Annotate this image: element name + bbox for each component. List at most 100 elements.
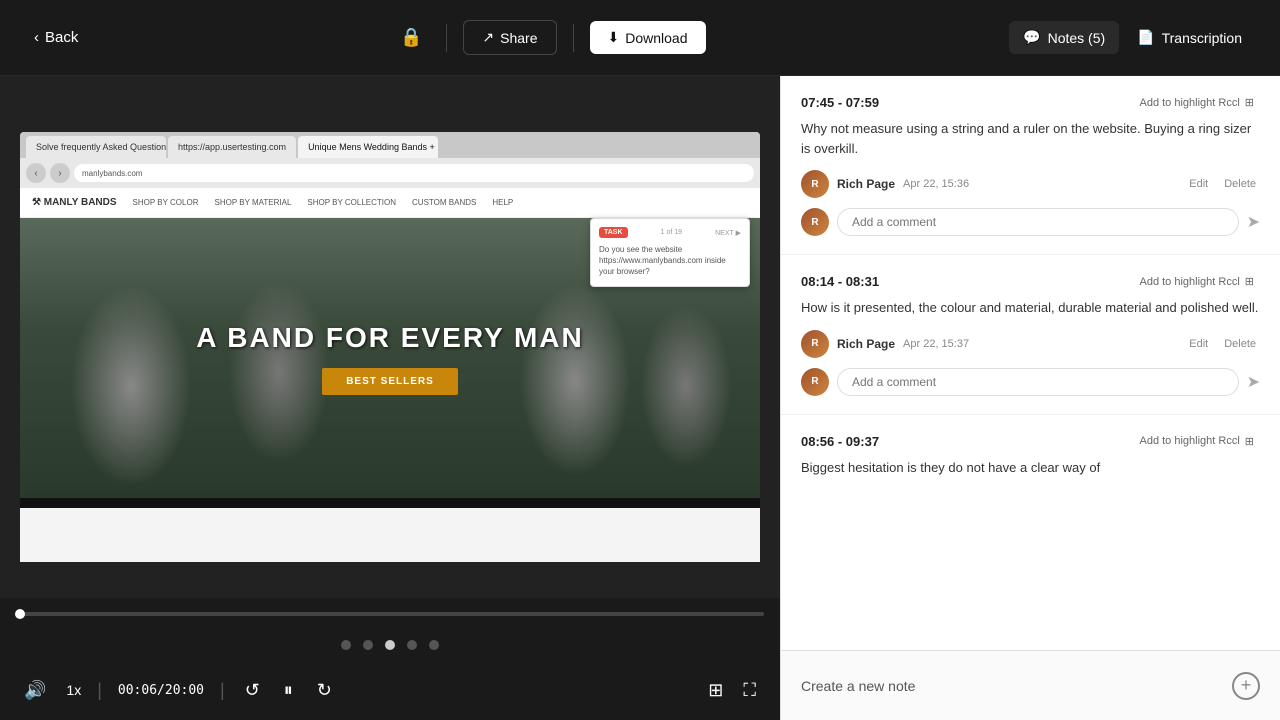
avatar-1: R: [801, 170, 829, 198]
avatar-comment-1: R: [801, 208, 829, 236]
rewind-icon: ↺: [245, 680, 260, 701]
highlight-label-1: Add to highlight Rccl: [1140, 97, 1240, 109]
create-note-bar[interactable]: Create a new note +: [781, 650, 1280, 720]
comment-row-1: R ➤: [801, 208, 1260, 236]
task-next[interactable]: NEXT ▶: [715, 229, 741, 237]
slide-dots: [0, 630, 780, 660]
url-text: manlybands.com: [82, 169, 142, 178]
grid-icon: ⊞: [708, 680, 723, 701]
avatar-2: R: [801, 330, 829, 358]
back-arrow-icon: ‹: [34, 29, 39, 46]
edit-button-1[interactable]: Edit: [1185, 176, 1212, 192]
progress-thumb[interactable]: [15, 609, 25, 619]
comment-send-1[interactable]: ➤: [1247, 212, 1260, 232]
note-time-row-2: 08:14 - 08:31 Add to highlight Rccl ⊞: [801, 273, 1260, 290]
nav-link-3[interactable]: SHOP BY COLLECTION: [307, 198, 396, 207]
highlight-button-2[interactable]: Add to highlight Rccl ⊞: [1134, 273, 1261, 290]
share-label: Share: [500, 30, 537, 46]
edit-button-2[interactable]: Edit: [1185, 336, 1212, 352]
browser-tab-3[interactable]: Unique Mens Wedding Bands +: [298, 136, 438, 158]
nav-link-1[interactable]: SHOP BY COLOR: [133, 198, 199, 207]
pause-icon: ⏸: [284, 680, 293, 701]
total-time: 20:00: [165, 683, 204, 698]
rewind-button[interactable]: ↺: [241, 676, 264, 705]
note-time-2: 08:14 - 08:31: [801, 274, 879, 289]
send-icon-2: ➤: [1247, 372, 1260, 392]
notes-list: 07:45 - 07:59 Add to highlight Rccl ⊞ Wh…: [781, 76, 1280, 650]
note-time-row-3: 08:56 - 09:37 Add to highlight Rccl ⊞: [801, 433, 1260, 450]
right-panel: 07:45 - 07:59 Add to highlight Rccl ⊞ Wh…: [780, 76, 1280, 720]
task-popup: TASK 1 of 19 NEXT ▶ Do you see the websi…: [590, 218, 750, 287]
task-text: Do you see the website https://www.manly…: [599, 244, 741, 278]
create-note-icon: +: [1232, 672, 1260, 700]
browser-back-btn[interactable]: ‹: [26, 163, 46, 183]
comment-input-1[interactable]: [837, 208, 1239, 236]
notes-icon: 💬: [1023, 29, 1040, 46]
highlight-button-1[interactable]: Add to highlight Rccl ⊞: [1134, 94, 1261, 111]
grid-view-button[interactable]: ⊞: [704, 676, 727, 705]
comment-row-2: R ➤: [801, 368, 1260, 396]
volume-button[interactable]: 🔊: [20, 676, 50, 705]
browser-url[interactable]: manlybands.com: [74, 164, 754, 182]
dot-5[interactable]: [429, 640, 439, 650]
browser-forward-btn[interactable]: ›: [50, 163, 70, 183]
nav-link-2[interactable]: SHOP BY MATERIAL: [214, 198, 291, 207]
comment-input-2[interactable]: [837, 368, 1239, 396]
browser-tab-1[interactable]: Solve frequently Asked Questions: [26, 136, 166, 158]
separator: [446, 24, 447, 52]
note-item-1: 07:45 - 07:59 Add to highlight Rccl ⊞ Wh…: [781, 76, 1280, 255]
note-date-1: Apr 22, 15:36: [903, 178, 969, 190]
tab-label-1: Solve frequently Asked Questions: [36, 142, 166, 152]
note-date-2: Apr 22, 15:37: [903, 338, 969, 350]
browser-tab-2[interactable]: https://app.usertesting.com: [168, 136, 296, 158]
screen-recording: Solve frequently Asked Questions https:/…: [0, 76, 780, 598]
dot-1[interactable]: [341, 640, 351, 650]
transcription-icon: 📄: [1137, 29, 1154, 46]
video-progress-bar[interactable]: [0, 598, 780, 630]
note-text-3: Biggest hesitation is they do not have a…: [801, 458, 1260, 478]
plus-icon: +: [1241, 675, 1252, 696]
ctrl-separator: |: [97, 680, 102, 701]
main-content: Solve frequently Asked Questions https:/…: [0, 76, 1280, 720]
nav-link-5[interactable]: HELP: [492, 198, 513, 207]
transcription-tab[interactable]: 📄 Transcription: [1123, 21, 1256, 54]
pause-button[interactable]: ⏸: [280, 676, 297, 705]
delete-button-1[interactable]: Delete: [1220, 176, 1260, 192]
forward-button[interactable]: ↻: [313, 676, 336, 705]
download-icon: ⬇: [608, 29, 620, 46]
download-button[interactable]: ⬇ Download: [590, 21, 706, 54]
progress-track[interactable]: [16, 612, 764, 616]
fullscreen-button[interactable]: ⛶: [739, 676, 760, 705]
comment-send-2[interactable]: ➤: [1247, 372, 1260, 392]
back-button[interactable]: ‹ Back: [24, 23, 88, 52]
create-note-label: Create a new note: [801, 678, 915, 694]
highlight-icon-1: ⊞: [1245, 96, 1254, 109]
delete-button-2[interactable]: Delete: [1220, 336, 1260, 352]
back-label: Back: [45, 29, 78, 46]
download-label: Download: [625, 30, 687, 46]
share-icon: ↗: [482, 29, 494, 46]
task-badge: TASK: [599, 227, 628, 238]
note-time-1: 07:45 - 07:59: [801, 95, 879, 110]
dot-3[interactable]: [385, 640, 395, 650]
dot-4[interactable]: [407, 640, 417, 650]
top-bar-right: 💬 Notes (5) 📄 Transcription: [1009, 21, 1256, 54]
speed-label: 1x: [66, 682, 81, 698]
top-bar: ‹ Back 🔒 ↗ Share ⬇ Download 💬 Notes (5) …: [0, 0, 1280, 76]
dot-2[interactable]: [363, 640, 373, 650]
tab-label-2: https://app.usertesting.com: [178, 142, 286, 152]
hero-cta-button[interactable]: BEST SELLERS: [322, 368, 458, 395]
video-area[interactable]: Solve frequently Asked Questions https:/…: [0, 76, 780, 598]
highlight-button-3[interactable]: Add to highlight Rccl ⊞: [1134, 433, 1261, 450]
video-controls: 🔊 1x | 00:06/20:00 | ↺ ⏸ ↻ ⊞ ⛶: [0, 660, 780, 720]
note-item-3: 08:56 - 09:37 Add to highlight Rccl ⊞ Bi…: [781, 415, 1280, 498]
note-item-2: 08:14 - 08:31 Add to highlight Rccl ⊞ Ho…: [781, 255, 1280, 415]
forward-icon: ↻: [317, 680, 332, 701]
notes-label: Notes (5): [1048, 30, 1106, 46]
website-nav: ⚒ MANLY BANDS SHOP BY COLOR SHOP BY MATE…: [20, 188, 760, 218]
notes-tab[interactable]: 💬 Notes (5): [1009, 21, 1119, 54]
nav-link-4[interactable]: CUSTOM BANDS: [412, 198, 476, 207]
ctrl-right: ⊞ ⛶: [704, 676, 760, 705]
share-button[interactable]: ↗ Share: [463, 20, 556, 55]
website-logo: ⚒ MANLY BANDS: [32, 197, 117, 208]
